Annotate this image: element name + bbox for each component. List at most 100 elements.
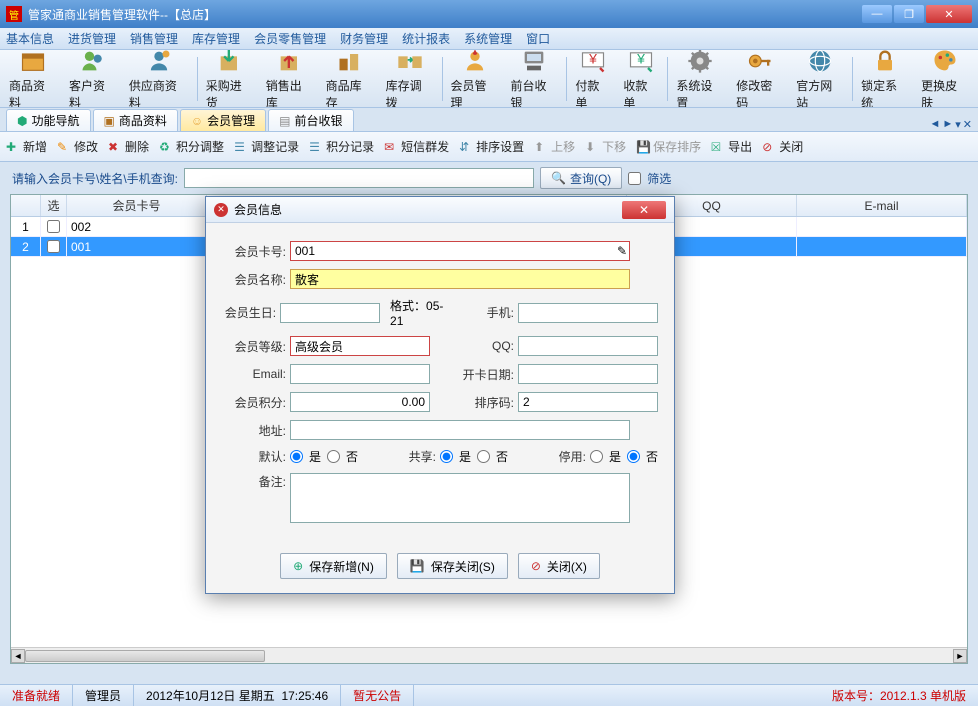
tool-sales-out[interactable]: 销售出库 <box>260 50 320 108</box>
radio-default-no[interactable] <box>327 450 340 463</box>
label-points: 会员积分: <box>222 394 286 411</box>
tab-list-icon[interactable]: ▾ <box>955 118 961 131</box>
th-card[interactable]: 会员卡号 <box>67 195 207 216</box>
tool-password-label: 修改密码 <box>736 77 784 109</box>
menu-finance[interactable]: 财务管理 <box>340 30 388 47</box>
input-name[interactable] <box>290 269 630 289</box>
input-level[interactable] <box>290 336 430 356</box>
tool-skin[interactable]: 更换皮肤 <box>915 50 975 108</box>
menu-window[interactable]: 窗口 <box>526 30 550 47</box>
row-checkbox[interactable] <box>47 220 60 233</box>
label-bdfmt: 格式：05-21 <box>390 297 446 328</box>
btn-delete[interactable]: ✖删除 <box>108 138 149 155</box>
radio-disable-no[interactable] <box>627 450 640 463</box>
btn-sms[interactable]: ✉短信群发 <box>384 138 449 155</box>
menu-system[interactable]: 系统管理 <box>464 30 512 47</box>
minimize-button[interactable]: — <box>862 5 892 23</box>
close-button[interactable]: ✕ <box>926 5 972 23</box>
maximize-button[interactable]: ❐ <box>894 5 924 23</box>
radio-default-yes[interactable] <box>290 450 303 463</box>
input-remark[interactable] <box>290 473 630 523</box>
input-card[interactable] <box>290 241 630 261</box>
tool-payment[interactable]: ¥付款单 <box>569 50 617 108</box>
input-opendate[interactable] <box>518 364 658 384</box>
tabstrip: ⬢功能导航 ▣商品资料 ☺会员管理 ▤前台收银 ◄ ► ▾ ✕ <box>0 108 978 132</box>
tab-pos[interactable]: ▤前台收银 <box>268 109 353 131</box>
toolbar-separator <box>442 57 443 101</box>
btn-save-new[interactable]: ⊕保存新增(N) <box>280 553 387 579</box>
filter-checkbox[interactable] <box>628 172 641 185</box>
tool-settings[interactable]: 系统设置 <box>670 50 730 108</box>
tool-purchase-in[interactable]: 采购进货 <box>200 50 260 108</box>
search-row: 请输入会员卡号\姓名\手机查询: 🔍查询(Q) 筛选 <box>0 162 978 194</box>
btn-points-log[interactable]: ☰积分记录 <box>309 138 374 155</box>
tool-stock[interactable]: 商品库存 <box>320 50 380 108</box>
row-checkbox[interactable] <box>47 240 60 253</box>
btn-sort-setting[interactable]: ⇵排序设置 <box>459 138 524 155</box>
input-addr[interactable] <box>290 420 630 440</box>
tool-supplier[interactable]: 供应商资料 <box>123 50 195 108</box>
search-label: 请输入会员卡号\姓名\手机查询: <box>12 170 178 187</box>
tool-password[interactable]: 修改密码 <box>730 50 790 108</box>
tab-member[interactable]: ☺会员管理 <box>180 109 266 131</box>
radio-share-yes[interactable] <box>440 450 453 463</box>
tool-member[interactable]: 会员管理 <box>445 50 505 108</box>
scroll-left-icon[interactable]: ◄ <box>11 649 25 663</box>
radio-share-no[interactable] <box>477 450 490 463</box>
menu-stock[interactable]: 库存管理 <box>192 30 240 47</box>
dialog-close-button[interactable]: ✕ <box>622 201 666 219</box>
tool-website[interactable]: 官方网站 <box>790 50 850 108</box>
search-button[interactable]: 🔍查询(Q) <box>540 167 622 189</box>
btn-add[interactable]: ✚新增 <box>6 138 47 155</box>
member-dialog: ✕ 会员信息 ✕ 会员卡号: ✎ 会员名称: 会员生日: 格式：05-21 手机… <box>205 196 675 594</box>
menu-member-retail[interactable]: 会员零售管理 <box>254 30 326 47</box>
btn-edit[interactable]: ✎修改 <box>57 138 98 155</box>
btn-dialog-close[interactable]: ⊘关闭(X) <box>518 553 600 579</box>
edit-card-icon[interactable]: ✎ <box>614 243 630 259</box>
tool-product[interactable]: 商品资料 <box>3 50 63 108</box>
btn-adjust-log[interactable]: ☰调整记录 <box>234 138 299 155</box>
cell-card: 002 <box>67 217 207 236</box>
scroll-thumb[interactable] <box>25 650 265 662</box>
tool-customer[interactable]: 客户资料 <box>63 50 123 108</box>
input-email[interactable] <box>290 364 430 384</box>
btn-move-down[interactable]: ⬇下移 <box>585 138 626 155</box>
tool-receipt[interactable]: ¥收款单 <box>617 50 665 108</box>
btn-points-adjust[interactable]: ♻积分调整 <box>159 138 224 155</box>
btn-export[interactable]: ⮽导出 <box>711 138 752 155</box>
th-index[interactable] <box>11 195 41 216</box>
tab-product[interactable]: ▣商品资料 <box>93 109 178 131</box>
menu-basic[interactable]: 基本信息 <box>6 30 54 47</box>
input-birthday[interactable] <box>280 303 380 323</box>
menu-sales[interactable]: 销售管理 <box>130 30 178 47</box>
btn-move-up[interactable]: ⬆上移 <box>534 138 575 155</box>
label-level: 会员等级: <box>222 338 286 355</box>
tool-transfer[interactable]: 库存调拨 <box>380 50 440 108</box>
tab-close-icon[interactable]: ✕ <box>963 118 972 131</box>
search-input[interactable] <box>184 168 534 188</box>
input-points[interactable] <box>290 392 430 412</box>
btn-save-sort[interactable]: 💾保存排序 <box>636 138 701 155</box>
btn-close-tab[interactable]: ⊘关闭 <box>762 138 803 155</box>
input-phone[interactable] <box>518 303 658 323</box>
radio-disable-yes[interactable] <box>590 450 603 463</box>
status-ready: 准备就绪 <box>0 685 73 706</box>
input-qq[interactable] <box>518 336 658 356</box>
cell-select <box>41 217 67 236</box>
tool-pos[interactable]: 前台收银 <box>504 50 564 108</box>
btn-save-close[interactable]: 💾保存关闭(S) <box>397 553 508 579</box>
tab-prev-icon[interactable]: ◄ <box>929 118 940 131</box>
menu-purchase[interactable]: 进货管理 <box>68 30 116 47</box>
tool-lock[interactable]: 锁定系统 <box>855 50 915 108</box>
tool-customer-label: 客户资料 <box>69 77 117 109</box>
tool-stock-label: 商品库存 <box>326 77 374 109</box>
horizontal-scrollbar[interactable]: ◄ ► <box>11 647 967 663</box>
dialog-titlebar[interactable]: ✕ 会员信息 ✕ <box>206 197 674 223</box>
th-email[interactable]: E-mail <box>797 195 967 216</box>
tab-nav[interactable]: ⬢功能导航 <box>6 109 91 131</box>
input-sort[interactable] <box>518 392 658 412</box>
scroll-right-icon[interactable]: ► <box>953 649 967 663</box>
menu-report[interactable]: 统计报表 <box>402 30 450 47</box>
tab-next-icon[interactable]: ► <box>942 118 953 131</box>
th-select[interactable]: 选 <box>41 195 67 216</box>
